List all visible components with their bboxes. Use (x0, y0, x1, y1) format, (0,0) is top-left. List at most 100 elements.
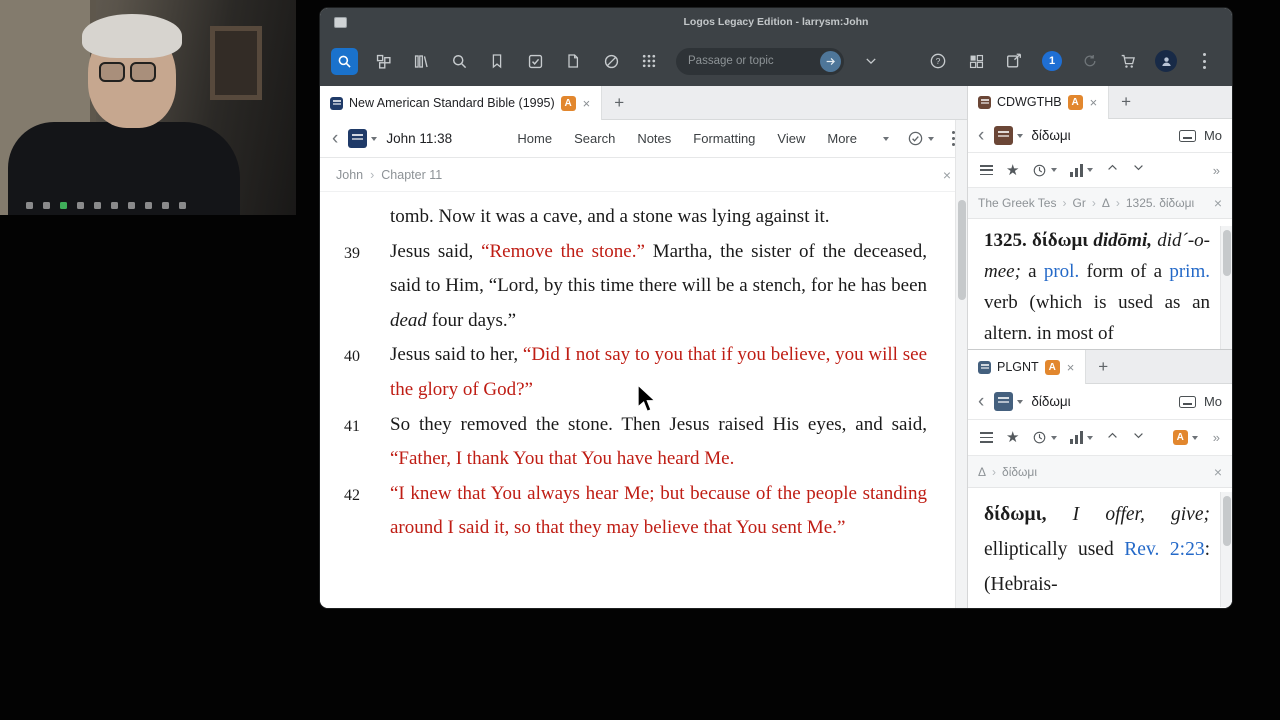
go-search-button[interactable] (331, 47, 358, 75)
chart-icon[interactable] (1070, 163, 1093, 177)
visual-filter-badge[interactable]: A (1044, 359, 1060, 375)
read-aloud-check-icon[interactable] (907, 130, 934, 147)
command-search-box[interactable] (676, 47, 844, 75)
text-run: δίδωμι, (984, 504, 1073, 525)
checklist-icon[interactable] (520, 46, 550, 76)
breadcrumb-item[interactable]: Δ (1102, 196, 1110, 210)
back-button[interactable]: ‹ (978, 392, 984, 411)
search-icon[interactable] (444, 46, 474, 76)
menu-item-view[interactable]: View (777, 131, 805, 146)
menu-item-more[interactable]: More (827, 131, 857, 146)
search-input[interactable] (688, 55, 820, 67)
search-icon (338, 55, 351, 68)
menu-item-notes[interactable]: Notes (637, 131, 671, 146)
webcam-control-icon[interactable] (179, 202, 186, 209)
breadcrumb-item[interactable]: The Greek Tes (978, 196, 1056, 210)
tab-cdwgthb[interactable]: CDWGTHB A × (968, 86, 1110, 119)
open-book-share-icon[interactable] (999, 46, 1029, 76)
visual-filter-badge[interactable]: A (1067, 94, 1083, 110)
new-tab-button[interactable]: + (1086, 350, 1120, 383)
apps-grid-icon[interactable] (634, 46, 664, 76)
more-menu-truncated[interactable]: Mo (1204, 394, 1222, 409)
breadcrumb-item[interactable]: Δ (978, 465, 986, 479)
tab-nasb[interactable]: New American Standard Bible (1995) A × (320, 86, 603, 120)
close-icon[interactable]: × (1066, 360, 1076, 375)
more-menu-truncated[interactable]: Mo (1204, 128, 1222, 143)
table-of-contents-icon[interactable] (980, 432, 993, 443)
scrollbar[interactable] (955, 120, 967, 608)
tag-off-icon[interactable] (596, 46, 626, 76)
overflow-menu-icon[interactable] (1189, 46, 1219, 76)
breadcrumb-item[interactable]: Gr (1072, 196, 1085, 210)
history-icon[interactable] (1032, 430, 1058, 445)
close-icon[interactable]: × (582, 96, 592, 111)
more-tools-icon[interactable]: » (1213, 430, 1220, 445)
webcam-control-icon[interactable] (43, 202, 50, 209)
more-tools-icon[interactable]: » (1213, 163, 1220, 178)
star-icon[interactable]: ★ (1006, 163, 1019, 178)
resource-picker-icon[interactable] (348, 129, 368, 148)
next-entry-icon[interactable] (1132, 161, 1145, 179)
blocks-icon[interactable] (368, 46, 398, 76)
breadcrumb-item[interactable]: δίδωμι (1002, 465, 1037, 479)
star-icon[interactable]: ★ (1006, 430, 1019, 445)
table-of-contents-icon[interactable] (980, 165, 993, 176)
scrollbar[interactable] (1220, 226, 1232, 349)
menu-item-home[interactable]: Home (517, 131, 552, 146)
reference-box[interactable]: John 11:38 (386, 131, 452, 146)
new-tab-button[interactable]: + (602, 86, 636, 119)
menu-item-formatting[interactable]: Formatting (693, 131, 755, 146)
chart-icon[interactable] (1070, 431, 1093, 444)
visual-filter-badge[interactable]: A (560, 95, 576, 111)
webcam-control-icon[interactable] (60, 202, 67, 209)
webcam-control-icon[interactable] (145, 202, 152, 209)
history-icon[interactable] (1032, 163, 1058, 178)
back-button[interactable]: ‹ (978, 126, 984, 145)
scrollbar-thumb[interactable] (958, 200, 966, 300)
close-locator-icon[interactable]: × (943, 167, 951, 183)
close-locator-icon[interactable]: × (1214, 464, 1222, 480)
visual-filter-button[interactable]: A (1172, 430, 1198, 445)
next-entry-icon[interactable] (1132, 429, 1145, 447)
webcam-control-icon[interactable] (111, 202, 118, 209)
bookmark-add-icon[interactable] (482, 46, 512, 76)
library-icon[interactable] (406, 46, 436, 76)
sync-icon[interactable] (1075, 46, 1105, 76)
breadcrumb-item[interactable]: John (336, 168, 363, 182)
keyboard-icon[interactable] (1178, 395, 1196, 408)
new-tab-button[interactable]: + (1109, 86, 1143, 118)
tab-plgnt[interactable]: PLGNT A × (968, 350, 1087, 384)
scrollbar-thumb[interactable] (1223, 230, 1231, 276)
keyboard-icon[interactable] (1178, 129, 1196, 142)
account-avatar[interactable] (1151, 46, 1181, 76)
webcam-control-icon[interactable] (162, 202, 169, 209)
scrollbar[interactable] (1220, 492, 1232, 607)
reference-link[interactable]: Rev. 2:23 (1124, 539, 1204, 560)
notifications-badge[interactable]: 1 (1037, 46, 1067, 76)
resource-picker-icon[interactable] (994, 392, 1014, 411)
close-icon[interactable]: × (1089, 95, 1099, 110)
close-locator-icon[interactable]: × (1214, 195, 1222, 211)
breadcrumb-item[interactable]: Chapter 11 (381, 168, 442, 182)
scrollbar-thumb[interactable] (1223, 496, 1231, 546)
reference-link[interactable]: prol. (1044, 261, 1079, 282)
layouts-icon[interactable] (961, 46, 991, 76)
reference-link[interactable]: prim. (1169, 261, 1210, 282)
go-arrow-button[interactable] (820, 50, 841, 72)
breadcrumb-item[interactable]: 1325. δίδωμι (1126, 196, 1194, 210)
resource-picker-icon[interactable] (994, 126, 1014, 146)
webcam-control-icon[interactable] (77, 202, 84, 209)
headword-box[interactable]: δίδωμι (1031, 128, 1070, 143)
help-icon[interactable]: ? (923, 46, 953, 76)
menu-item-search[interactable]: Search (574, 131, 615, 146)
back-button[interactable]: ‹ (332, 129, 338, 148)
chevron-down-icon[interactable] (856, 46, 886, 76)
previous-entry-icon[interactable] (1106, 429, 1119, 447)
webcam-control-icon[interactable] (94, 202, 101, 209)
document-icon[interactable] (558, 46, 588, 76)
webcam-control-icon[interactable] (128, 202, 135, 209)
headword-box[interactable]: δίδωμι (1031, 394, 1070, 409)
cart-icon[interactable] (1113, 46, 1143, 76)
previous-entry-icon[interactable] (1106, 161, 1119, 179)
webcam-control-icon[interactable] (26, 202, 33, 209)
